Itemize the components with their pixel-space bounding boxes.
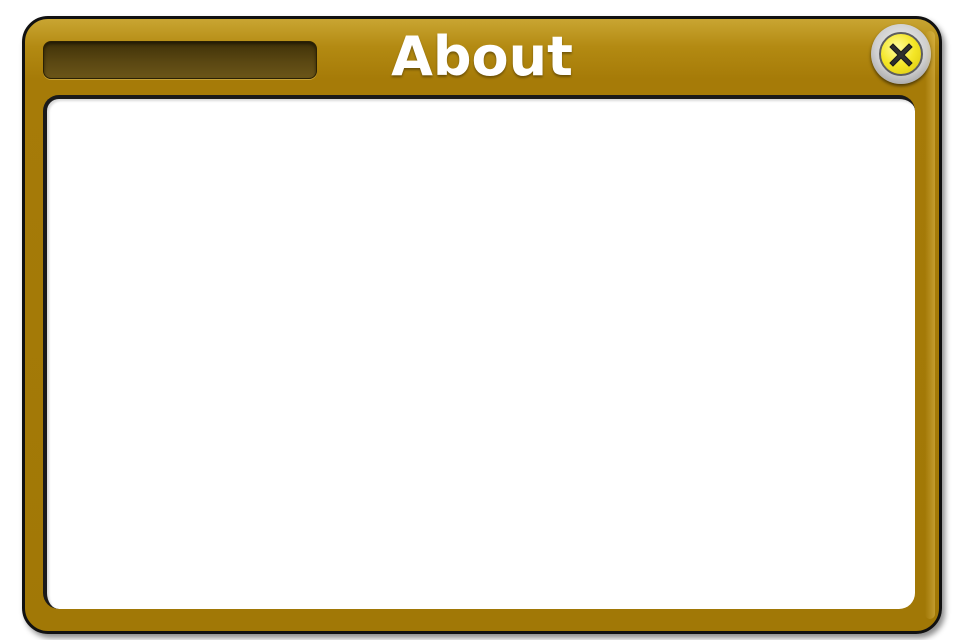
close-icon xyxy=(889,43,913,67)
about-dialog: About xyxy=(22,16,942,634)
close-button[interactable] xyxy=(871,24,931,84)
close-button-face xyxy=(879,32,923,76)
content-panel xyxy=(43,95,915,609)
dialog-title: About xyxy=(391,25,573,88)
